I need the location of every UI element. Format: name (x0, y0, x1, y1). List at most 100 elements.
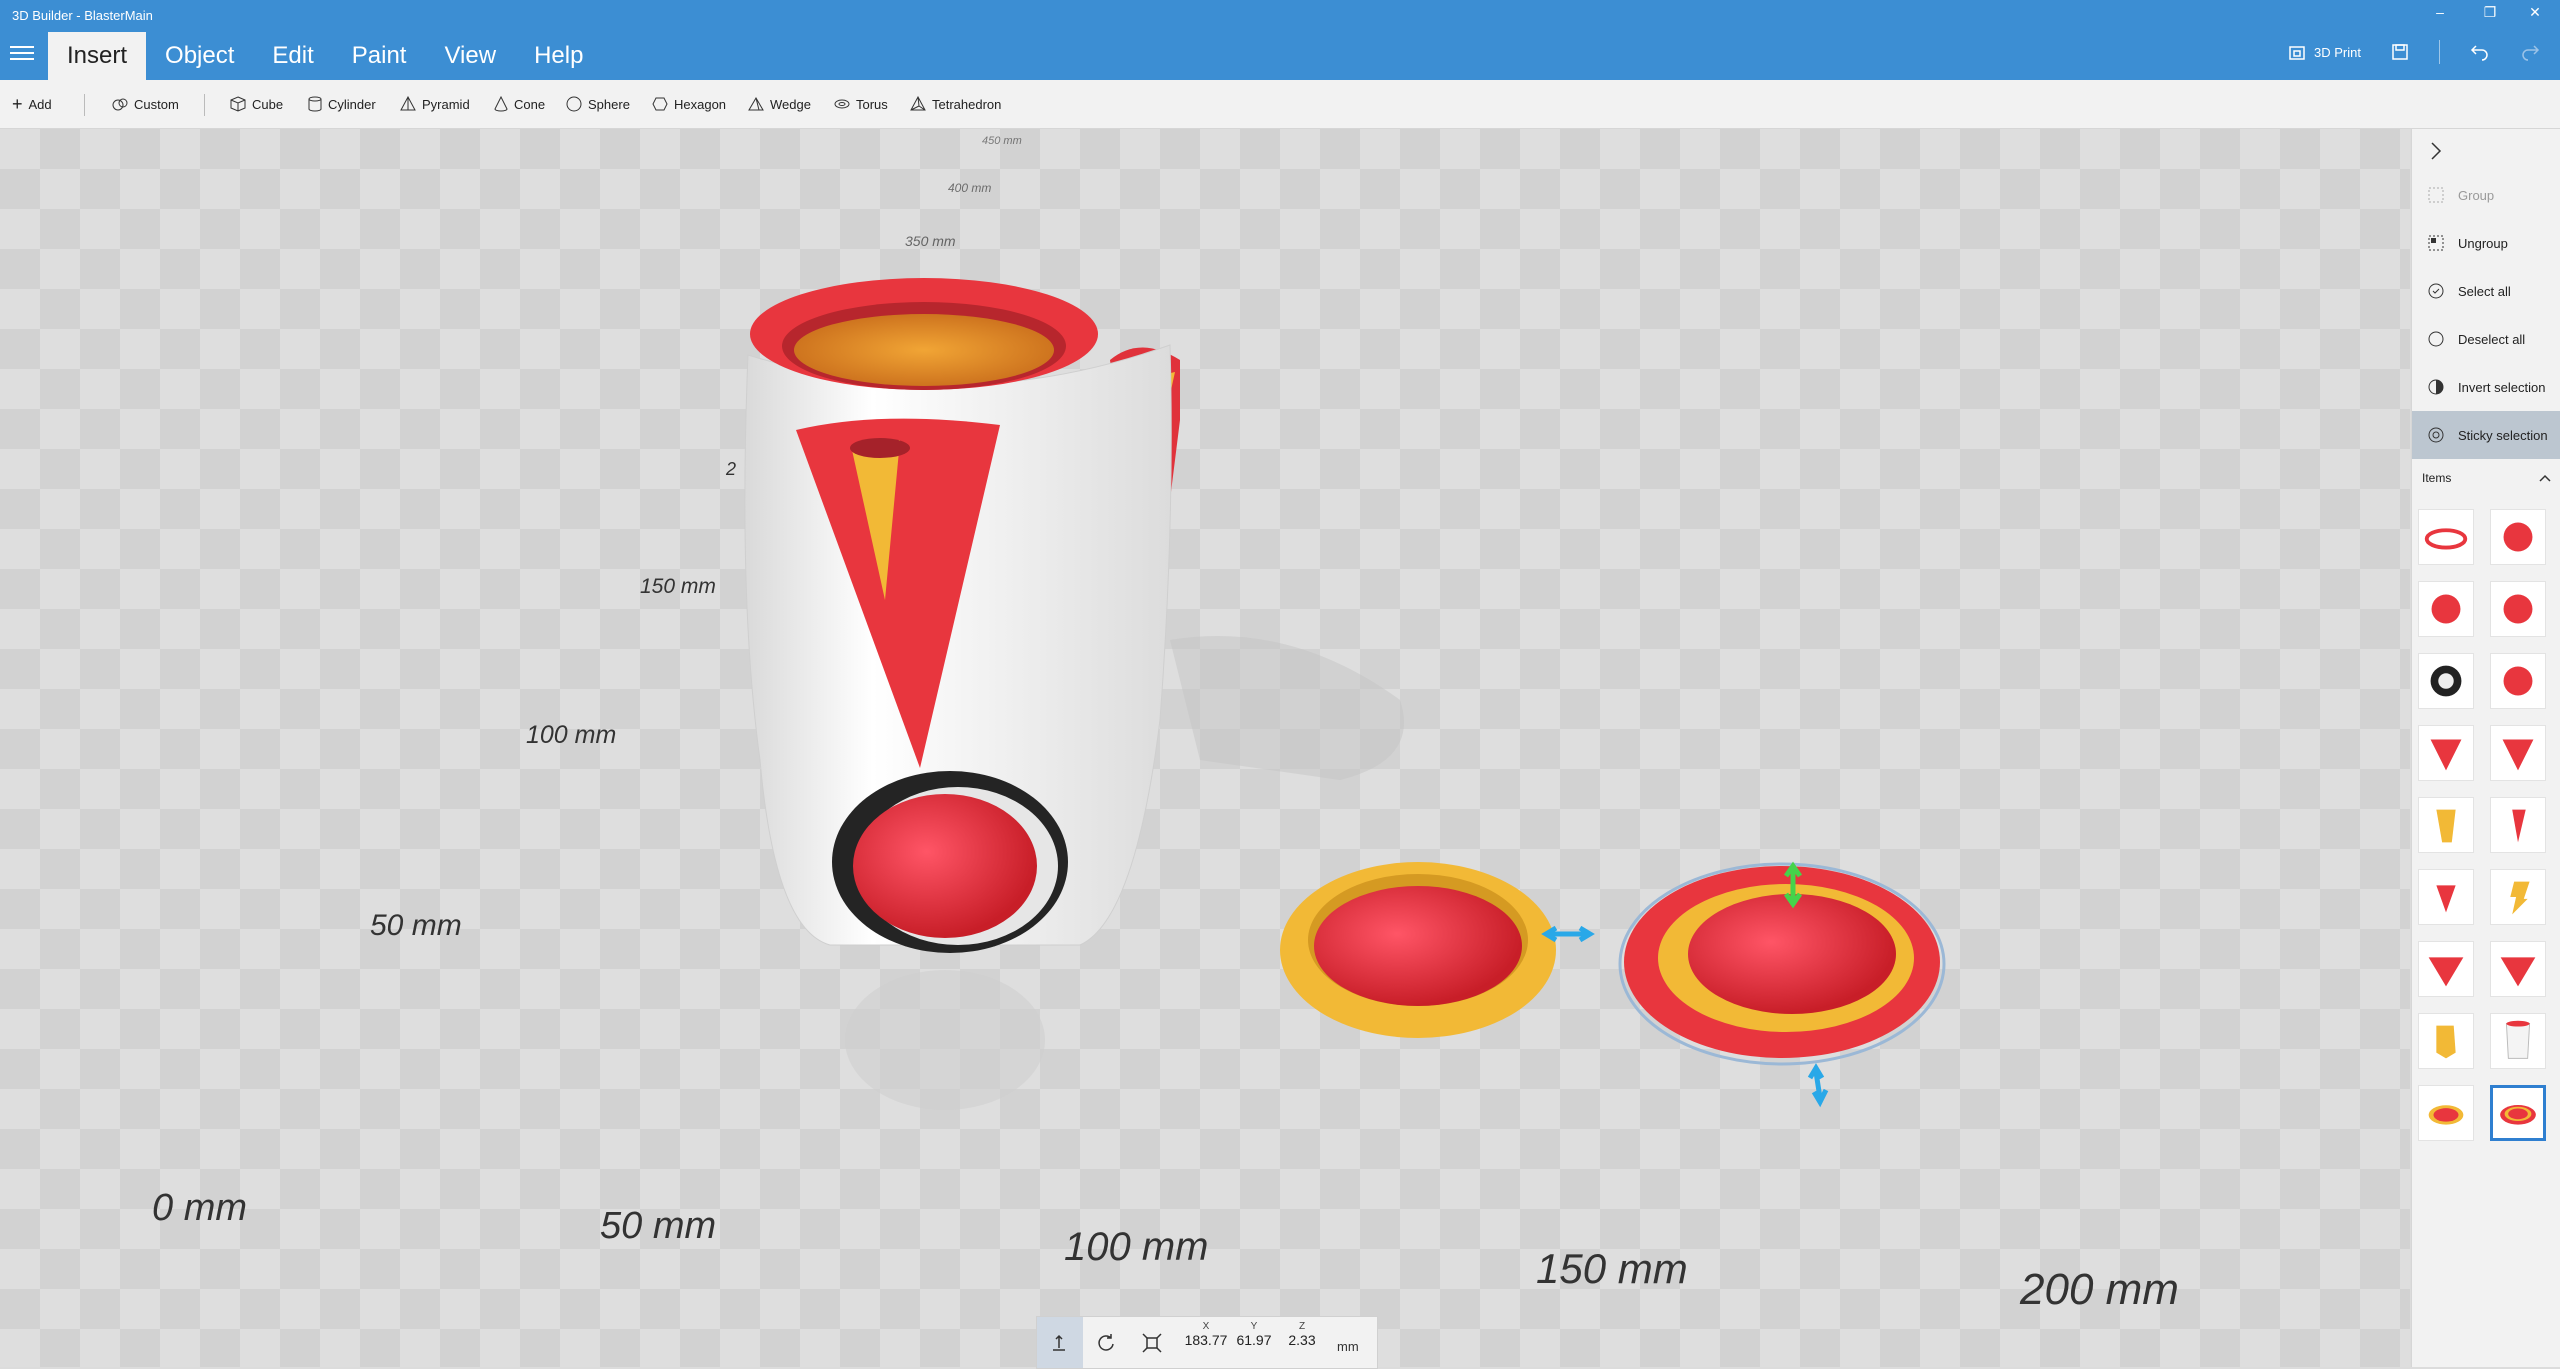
red-ring-icon (2424, 528, 2468, 550)
x-label: X (1202, 1321, 1210, 1332)
red-cone-wide-icon (2500, 957, 2536, 987)
invert-selection-label: Invert selection (2458, 379, 2546, 395)
item-thumbnail[interactable] (2490, 653, 2546, 709)
minimize-button[interactable]: – (2420, 4, 2460, 20)
item-thumbnail[interactable] (2418, 725, 2474, 781)
cone-button[interactable]: Cone (494, 80, 545, 128)
item-thumbnail[interactable] (2418, 509, 2474, 565)
item-thumbnail[interactable] (2490, 941, 2546, 997)
red-sphere-icon (2503, 666, 2533, 696)
custom-label: Custom (134, 96, 179, 112)
tab-help[interactable]: Help (515, 32, 602, 80)
reflection (845, 970, 1045, 1110)
y-label: Y (1250, 1321, 1258, 1332)
cylinder-label: Cylinder (328, 96, 376, 112)
3d-print-button[interactable]: 3D Print (2288, 43, 2361, 61)
deselect-all-icon (2428, 331, 2444, 347)
item-thumbnail[interactable] (2490, 869, 2546, 925)
chevron-right-icon[interactable] (2428, 141, 2444, 161)
red-cone-icon (2502, 739, 2534, 771)
cylinder-button[interactable]: Cylinder (308, 80, 376, 128)
item-thumbnail[interactable] (2490, 581, 2546, 637)
group-button[interactable]: Group (2412, 171, 2560, 219)
tab-view[interactable]: View (425, 32, 515, 80)
select-all-button[interactable]: Select all (2412, 267, 2560, 315)
item-thumbnail[interactable] (2418, 653, 2474, 709)
deselect-all-button[interactable]: Deselect all (2412, 315, 2560, 363)
item-thumbnail[interactable] (2490, 509, 2546, 565)
item-thumbnail[interactable] (2418, 941, 2474, 997)
y-coordinate[interactable]: Y 61.97 (1231, 1321, 1277, 1348)
hexagon-button[interactable]: Hexagon (652, 80, 726, 128)
3d-print-label: 3D Print (2314, 44, 2361, 60)
tab-edit[interactable]: Edit (253, 32, 332, 80)
sphere-button[interactable]: Sphere (566, 80, 630, 128)
x-coordinate[interactable]: X 183.77 (1183, 1321, 1229, 1348)
invert-selection-button[interactable]: Invert selection (2412, 363, 2560, 411)
printer-icon (2289, 46, 2305, 60)
sticky-selection-button[interactable]: Sticky selection (2412, 411, 2560, 459)
torus-icon (834, 99, 850, 109)
torus-button[interactable]: Torus (834, 80, 888, 128)
item-thumbnail[interactable] (2418, 1085, 2474, 1141)
hexagon-label: Hexagon (674, 96, 727, 112)
x-value: 183.77 (1184, 1332, 1228, 1348)
sticky-selection-icon (2428, 427, 2444, 443)
close-button[interactable]: ✕ (2515, 4, 2555, 21)
cube-icon (230, 96, 246, 112)
3d-viewport[interactable]: 450 mm 400 mm 350 mm 2 150 mm 100 mm 50 … (0, 129, 2410, 1367)
red-cone-small-icon (2436, 885, 2456, 913)
item-thumbnail[interactable] (2418, 1013, 2474, 1069)
undo-icon[interactable] (2470, 43, 2490, 61)
ungroup-icon (2428, 235, 2444, 251)
menu-tabs: Insert Object Edit Paint View Help (48, 32, 602, 80)
wedge-button[interactable]: Wedge (748, 80, 811, 128)
black-ring-icon (2430, 665, 2462, 697)
sticky-selection-label: Sticky selection (2458, 427, 2548, 443)
add-button[interactable]: + Add (12, 80, 52, 128)
window-title: 3D Builder - BlasterMain (12, 8, 153, 23)
cone-hole (850, 438, 910, 458)
item-thumbnail[interactable] (2418, 581, 2474, 637)
item-thumbnail[interactable] (2490, 1013, 2546, 1069)
move-x-handle[interactable] (1541, 925, 1595, 943)
item-thumbnail[interactable] (2418, 797, 2474, 853)
cube-button[interactable]: Cube (230, 80, 283, 128)
move-mode-button[interactable] (1037, 1317, 1083, 1368)
redo-icon[interactable] (2520, 43, 2540, 61)
red-cone-wide-icon (2428, 957, 2464, 987)
tab-paint[interactable]: Paint (333, 32, 426, 80)
scale-mode-button[interactable] (1129, 1317, 1175, 1368)
item-thumbnail[interactable] (2490, 797, 2546, 853)
divider (2439, 40, 2440, 64)
ungroup-button[interactable]: Ungroup (2412, 219, 2560, 267)
custom-button[interactable]: Custom (112, 80, 179, 128)
right-panel: Group Ungroup Select all Deselect all In… (2411, 129, 2560, 1367)
tab-object[interactable]: Object (146, 32, 253, 80)
cone-label: Cone (514, 96, 546, 112)
z-coordinate[interactable]: Z 2.33 (1279, 1321, 1325, 1348)
restore-button[interactable]: ❐ (2470, 4, 2510, 21)
rotate-mode-button[interactable] (1083, 1317, 1129, 1368)
cube-label: Cube (252, 96, 284, 112)
tetrahedron-button[interactable]: Tetrahedron (910, 80, 1001, 128)
chevron-up-icon[interactable] (2538, 473, 2552, 483)
item-thumbnail[interactable] (2490, 725, 2546, 781)
select-all-icon (2428, 283, 2444, 299)
rotate-icon (1098, 1333, 1114, 1351)
item-thumbnail[interactable] (2418, 869, 2474, 925)
pyramid-label: Pyramid (422, 96, 470, 112)
select-all-label: Select all (2458, 283, 2511, 299)
add-label: Add (28, 96, 52, 112)
save-icon[interactable] (2391, 43, 2409, 61)
hamburger-icon[interactable] (10, 42, 34, 62)
pyramid-button[interactable]: Pyramid (400, 80, 470, 128)
invert-selection-icon (2428, 379, 2444, 395)
red-cone-thin-icon (2512, 809, 2526, 843)
object-shadow (1170, 636, 1404, 780)
tab-insert[interactable]: Insert (48, 32, 147, 80)
unit-selector[interactable]: mm (1337, 1339, 1359, 1354)
move-y-handle[interactable] (1807, 1063, 1829, 1108)
group-icon (2428, 187, 2444, 203)
item-thumbnail[interactable] (2490, 1085, 2546, 1141)
